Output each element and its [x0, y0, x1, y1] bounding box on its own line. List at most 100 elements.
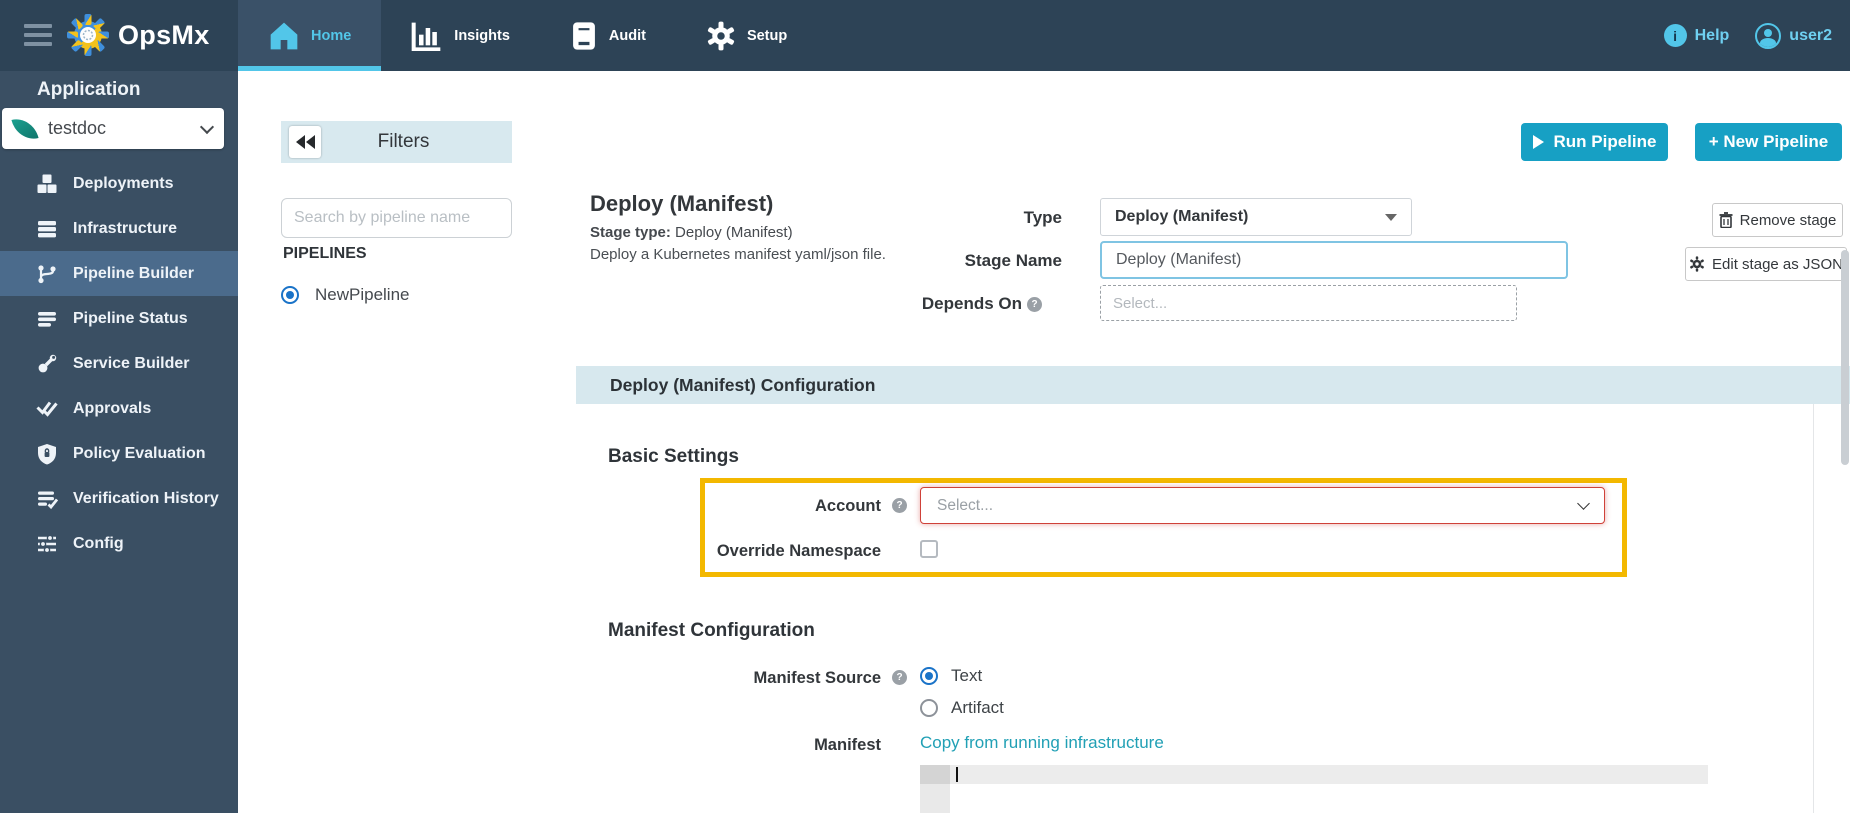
sidebar-item-label: Policy Evaluation [73, 444, 206, 462]
manifest-source-option-text[interactable]: Text [920, 666, 982, 686]
sidebar-item-deployments[interactable]: Deployments [0, 161, 238, 206]
infrastructure-stack-icon [36, 218, 58, 240]
deployments-cubes-icon [36, 173, 58, 195]
trash-icon [1719, 212, 1733, 228]
service-builder-wrench-icon [36, 353, 58, 375]
filters-panel-header[interactable]: Filters [281, 121, 512, 163]
run-pipeline-label: Run Pipeline [1553, 132, 1657, 151]
sidebar-item-label: Deployments [73, 174, 174, 192]
tab-label: Audit [608, 27, 646, 44]
gear-icon [1690, 256, 1704, 272]
manifest-source-option-artifact[interactable]: Artifact [920, 698, 1004, 718]
new-pipeline-label: + New Pipeline [1708, 132, 1829, 151]
user-menu[interactable]: user2 [1755, 22, 1832, 49]
manifest-source-help-icon[interactable]: ? [892, 670, 907, 685]
rewind-icon [295, 135, 305, 149]
stage-name-input[interactable] [1100, 241, 1568, 279]
sidebar: Application testdoc Deployments Infrastr… [0, 71, 238, 813]
stage-type-line: Stage type: Deploy (Manifest) [590, 224, 793, 241]
depends-on-help-icon[interactable]: ? [1027, 297, 1042, 312]
remove-stage-button[interactable]: Remove stage [1712, 203, 1843, 237]
filters-title: Filters [377, 131, 430, 152]
pipeline-name: NewPipeline [315, 285, 410, 304]
sidebar-item-service-builder[interactable]: Service Builder [0, 341, 238, 386]
navbar-right: i Help user2 [1663, 0, 1832, 71]
sidebar-item-label: Config [73, 534, 124, 552]
nav-tabs: Home Insights Audit Setup [238, 0, 817, 71]
depends-on-placeholder: Select... [1113, 294, 1168, 312]
sidebar-item-config[interactable]: Config [0, 521, 238, 566]
edit-stage-json-label: Edit stage as JSON [1712, 255, 1843, 273]
tab-home[interactable]: Home [238, 0, 382, 71]
info-icon: i [1663, 24, 1687, 47]
user-avatar-icon [1755, 22, 1782, 49]
editor-active-line [920, 765, 1708, 784]
artifact-radio-label: Artifact [951, 698, 1004, 717]
artifact-radio[interactable] [920, 699, 938, 717]
stage-name-label: Stage Name [964, 251, 1062, 270]
pipeline-list-item[interactable]: NewPipeline [281, 285, 410, 305]
policy-shield-icon [36, 443, 58, 465]
collapse-filters-button[interactable] [289, 126, 321, 158]
pipelines-heading: PIPELINES [283, 245, 367, 262]
tab-insights[interactable]: Insights [381, 0, 540, 71]
application-selector[interactable]: testdoc [2, 108, 224, 149]
editor-text-cursor [956, 767, 958, 782]
help-button[interactable]: i Help [1663, 24, 1729, 47]
tab-label: Insights [454, 27, 510, 44]
config-sliders-icon [36, 533, 58, 555]
account-select[interactable]: Select... [920, 487, 1605, 524]
depends-on-select[interactable]: Select... [1100, 285, 1517, 321]
username: user2 [1789, 26, 1832, 44]
tab-audit[interactable]: Audit [540, 0, 676, 71]
sidebar-item-label: Pipeline Status [73, 309, 188, 327]
audit-book-icon [572, 21, 595, 50]
pipeline-status-lines-icon [36, 308, 58, 330]
type-label: Type [1023, 208, 1062, 227]
copy-from-running-infrastructure-link[interactable]: Copy from running infrastructure [920, 733, 1164, 753]
stage-type-select[interactable]: Deploy (Manifest) [1100, 198, 1412, 236]
basic-settings-heading: Basic Settings [608, 446, 739, 467]
gear-logo-icon [67, 14, 109, 56]
edit-stage-json-button[interactable]: Edit stage as JSON [1685, 247, 1847, 281]
override-namespace-label: Override Namespace [716, 542, 881, 560]
setup-gear-icon [707, 21, 734, 50]
top-navbar: OpsMx Home Insights Audit Setup i Help u… [0, 0, 1850, 71]
home-icon [270, 22, 298, 49]
stage-type-label: Stage type: [590, 224, 671, 241]
sidebar-item-approvals[interactable]: Approvals [0, 386, 238, 431]
pipeline-search-input[interactable] [281, 198, 512, 238]
depends-on-label-text: Depends On [921, 294, 1022, 313]
text-radio-label: Text [951, 666, 983, 685]
sidebar-items: Deployments Infrastructure Pipeline Buil… [0, 161, 238, 566]
run-pipeline-button[interactable]: Run Pipeline [1521, 123, 1668, 161]
override-namespace-checkbox[interactable] [920, 540, 938, 558]
tab-setup[interactable]: Setup [676, 0, 817, 71]
stage-type-select-value: Deploy (Manifest) [1115, 208, 1249, 225]
main-content: Filters PIPELINES NewPipeline Deploy (Ma… [238, 71, 1850, 813]
manifest-text-editor[interactable] [920, 765, 1708, 813]
opsmx-logo: OpsMx [66, 13, 210, 57]
rewind-icon [305, 135, 315, 149]
chevron-down-icon [199, 119, 215, 134]
approvals-double-check-icon [36, 398, 58, 420]
depends-on-label: Depends On? [779, 294, 1042, 314]
manifest-source-label: Manifest Source [753, 669, 881, 687]
pipeline-radio[interactable] [281, 286, 299, 304]
tab-label: Setup [746, 27, 788, 44]
sidebar-item-infrastructure[interactable]: Infrastructure [0, 206, 238, 251]
text-radio[interactable] [920, 667, 938, 685]
opsmx-app: OpsMx Home Insights Audit Setup i Help u… [0, 0, 1850, 813]
sidebar-item-pipeline-status[interactable]: Pipeline Status [0, 296, 238, 341]
hamburger-menu-icon[interactable] [24, 24, 52, 46]
sidebar-item-label: Verification History [73, 489, 219, 507]
caret-down-icon [1385, 213, 1397, 221]
pipeline-builder-branch-icon [36, 263, 58, 285]
sidebar-item-verification-history[interactable]: Verification History [0, 476, 238, 521]
remove-stage-label: Remove stage [1739, 211, 1837, 229]
sidebar-item-pipeline-builder[interactable]: Pipeline Builder [0, 251, 238, 296]
new-pipeline-button[interactable]: + New Pipeline [1695, 123, 1842, 161]
sidebar-item-policy-evaluation[interactable]: Policy Evaluation [0, 431, 238, 476]
vertical-scrollbar-thumb[interactable] [1841, 250, 1849, 465]
account-help-icon[interactable]: ? [892, 498, 907, 513]
